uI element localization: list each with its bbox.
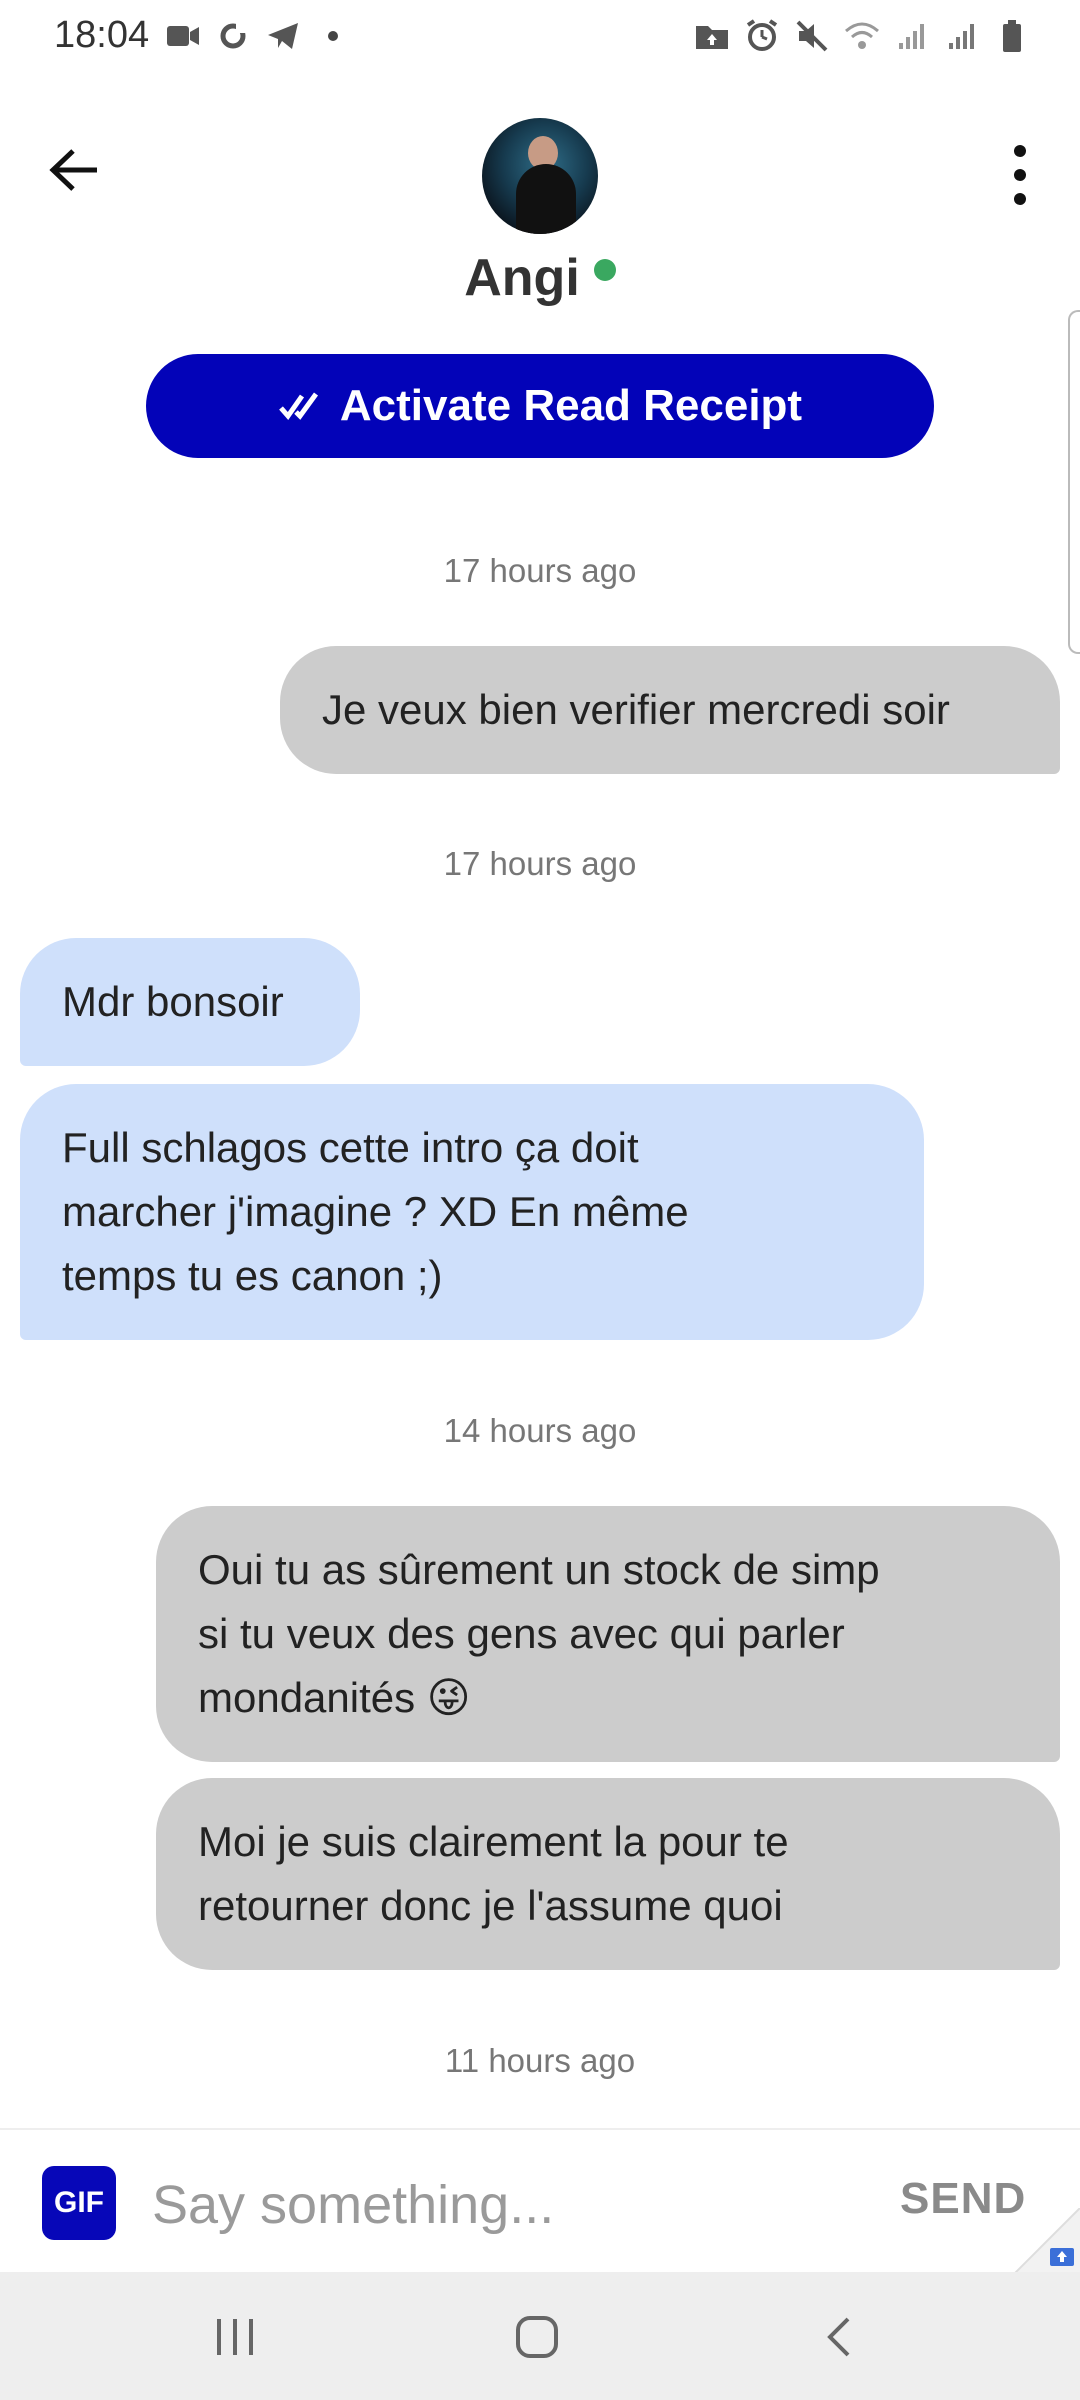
status-bar: 18:04 [0,0,1080,80]
home-button[interactable] [502,2302,572,2372]
message-line: retourner donc je l'assume quoi [198,1882,783,1929]
page-corner-icon [1009,2207,1080,2279]
contact-name[interactable]: Angi [464,249,580,307]
sent-message[interactable]: Oui tu as sûrement un stock de simp si t… [156,1506,1060,1762]
message-line: marcher j'imagine ? XD En même [62,1188,689,1235]
avatar[interactable] [482,118,598,234]
status-time: 18:04 [54,14,150,56]
signal-roaming-icon [944,18,980,54]
sent-message[interactable]: Je veux bien verifier mercredi soir [280,646,1060,774]
message-line: Oui tu as sûrement un stock de simp [198,1546,880,1593]
timestamp: 17 hours ago [443,845,637,882]
message-text: Mdr bonsoir [62,978,284,1025]
message-line: Full schlagos cette intro ça doit [62,1124,639,1171]
message-line: Moi je suis clairement la pour te [198,1818,789,1865]
status-right-icons [694,18,1030,54]
sync-icon [215,18,251,54]
timestamp: 17 hours ago [443,552,637,589]
message-line: si tu veux des gens avec qui parler [198,1610,845,1657]
nav-back-button[interactable] [804,2302,874,2372]
wifi-icon [844,18,880,54]
received-message[interactable]: Full schlagos cette intro ça doit marche… [20,1084,924,1340]
received-message[interactable]: Mdr bonsoir [20,938,360,1066]
more-vert-icon [1014,145,1026,157]
activate-read-receipt-button[interactable]: Activate Read Receipt [146,354,934,458]
system-nav-bar [0,2272,1080,2400]
message-line: mondanités 😜 [198,1674,471,1721]
alarm-icon [744,18,780,54]
read-receipt-label: Activate Read Receipt [339,381,803,430]
timestamp: 11 hours ago [444,2042,636,2079]
recent-apps-button[interactable] [200,2302,270,2372]
back-button[interactable] [44,140,104,200]
contact-header: Angi [0,248,1080,308]
arrow-left-icon [49,149,97,191]
gif-button[interactable]: GIF [42,2166,116,2240]
recent-apps-icon [217,2319,253,2355]
chevron-left-icon [827,2317,850,2357]
timestamp: 14 hours ago [443,1412,637,1449]
composer-divider [0,2128,1080,2130]
dot-icon [315,18,351,54]
message-line: temps tu es canon ;) [62,1252,443,1299]
double-check-icon [279,392,318,421]
battery-icon [994,18,1030,54]
more-options-button[interactable] [990,140,1050,210]
folder-icon [694,18,730,54]
online-status-dot [593,259,616,281]
scrollbar[interactable] [1068,310,1080,654]
status-left-icons [165,18,351,54]
mute-icon [794,18,830,54]
telegram-icon [265,18,301,54]
send-button[interactable]: SEND [900,2174,1026,2224]
message-input[interactable] [150,2160,854,2250]
sent-message[interactable]: Moi je suis clairement la pour te retour… [156,1778,1060,1970]
home-icon [516,2316,558,2358]
message-text: Je veux bien verifier mercredi soir [322,686,950,733]
signal-icon [894,18,930,54]
video-icon [165,18,201,54]
